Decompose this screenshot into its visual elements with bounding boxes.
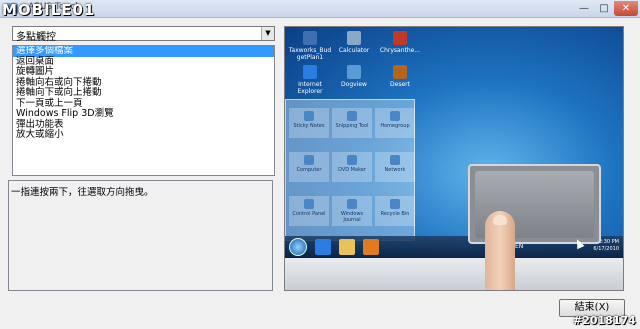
document-icon [303,31,317,45]
desktop-shortcut-label: Taxworks_Bud getPlan1 [288,47,332,61]
flip-tile-label: Sticky Notes [293,123,325,129]
close-button[interactable]: ✕ [614,1,638,16]
flip-tile: Homegroup [375,108,415,138]
clock-date: 6/17/2010 [593,246,619,252]
desktop-shortcut-label: Internet Explorer [297,81,323,95]
flip-tile-label: Windows Journal [340,211,364,223]
maximize-button[interactable]: □ [594,1,614,16]
gesture-list[interactable]: 選擇多個檔案 返回桌面 旋轉圖片 捲軸向右或向下捲動 捲軸向下或向上捲動 下一頁或上一頁 W… [12,45,275,176]
calculator-icon [347,31,361,45]
image-icon [393,65,407,79]
image-icon [393,31,407,45]
flip-tile: Snipping Tool [332,108,372,138]
list-item[interactable]: 旋轉圖片 [13,66,274,78]
laptop-palmrest [285,258,623,290]
flip-tile: Computer [289,152,329,182]
snipping-tool-icon [347,111,357,121]
minimize-button[interactable]: — [574,1,594,16]
list-item[interactable]: 捲軸向下或向上捲動 [13,87,274,99]
start-button-icon [289,238,307,256]
desktop-shortcut: Taxworks_Bud getPlan1 [285,31,335,61]
folder-icon [339,239,355,255]
journal-icon [347,199,357,209]
list-item[interactable]: 選擇多個檔案 [13,46,274,57]
flip-tile-label: DVD Maker [338,167,366,173]
desktop-shortcut: Calculator [329,31,379,54]
category-dropdown[interactable]: 多點觸控 ▼ [12,26,275,43]
finger-icon [485,211,515,290]
flip-tile-label: Network [384,167,406,173]
list-item[interactable]: Windows Flip 3D瀏覽 [13,108,274,120]
dvd-icon [347,155,357,165]
flip-tile-label: Snipping Tool [335,123,369,129]
desktop-shortcut: Chrysanthe... [375,31,425,54]
flip-tile: Recycle Bin [375,196,415,226]
recycle-bin-icon [390,199,400,209]
desktop-shortcut-label: Chrysanthe... [379,47,421,54]
ie-icon [303,65,317,79]
desktop-shortcut-label: Desert [390,81,410,88]
fingernail [493,215,507,225]
flip-tile-label: Computer [296,167,322,173]
list-item[interactable]: 放大或縮小 [13,129,274,141]
flip-tile-label: Control Panel [292,211,326,217]
gesture-description-panel: 一指連按兩下，往選取方向拖曳。 [8,180,273,291]
sticky-notes-icon [304,111,314,121]
desktop-shortcut: Internet Explorer [285,65,335,95]
chevron-down-icon[interactable]: ▼ [261,27,274,40]
control-panel-icon [304,199,314,209]
flip-tile-label: Recycle Bin [380,211,410,217]
desktop-shortcut: Dogview [329,65,379,88]
homegroup-icon [390,111,400,121]
computer-icon [304,155,314,165]
flip-tile-window: Sticky Notes Snipping Tool Homegroup Comput… [285,99,415,241]
flip-tile: Network [375,152,415,182]
language-indicator: EN [515,243,524,250]
gesture-description: 一指連按兩下，往選取方向拖曳。 [11,187,154,198]
desktop-shortcut-label: Dogview [341,81,367,88]
desktop-shortcut: Desert [375,65,425,88]
flip-tile: Windows Journal [332,196,372,226]
category-dropdown-value: 多點觸控 [16,32,56,43]
flip-tile: Sticky Notes [289,108,329,138]
network-icon [390,155,400,165]
desktop-shortcut-label: Calculator [338,47,370,54]
watermark-id: #2018174 [573,314,636,327]
ie-icon [315,239,331,255]
flip-tile: DVD Maker [332,152,372,182]
flip-tile: Control Panel [289,196,329,226]
flip-tile-label: Homegroup [380,123,410,129]
gesture-preview-image: Taxworks_Bud getPlan1 Calculator Chrysanth… [284,26,624,291]
media-player-icon [363,239,379,255]
title-bar: ASUS Touch — □ ✕ [0,0,640,18]
watermark-logo: MOBILE01 [2,1,96,19]
viewer-icon [347,65,361,79]
